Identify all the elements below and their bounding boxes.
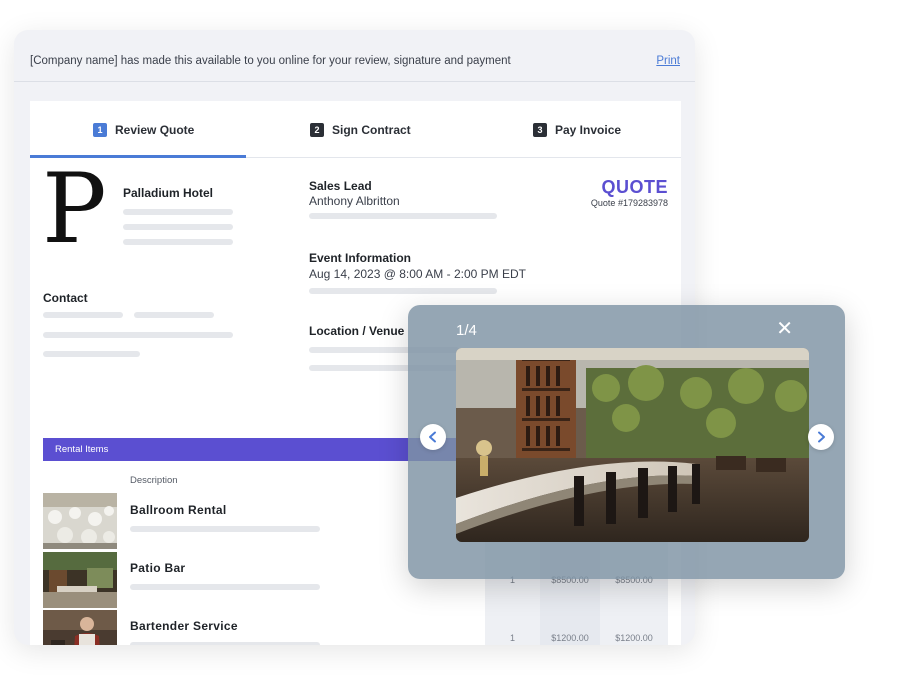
chevron-left-icon[interactable]	[420, 424, 446, 450]
step-number-badge: 3	[533, 123, 547, 137]
event-info-label: Event Information	[309, 251, 412, 265]
placeholder-line	[130, 584, 320, 590]
tab-sign-contract[interactable]: 2 Sign Contract	[310, 121, 411, 139]
sales-lead-label: Sales Lead	[309, 179, 372, 193]
print-link[interactable]: Print	[656, 55, 680, 67]
availability-message: [Company name] has made this available t…	[30, 55, 511, 67]
item-total: $1200.00	[615, 633, 653, 643]
image-counter: 1/4	[456, 322, 477, 339]
placeholder-line	[123, 224, 233, 230]
item-name: Bartender Service	[130, 619, 238, 633]
rental-items-label: Rental Items	[55, 444, 109, 455]
tab-review-quote[interactable]: 1 Review Quote	[93, 121, 194, 139]
patio-bar-photo	[456, 348, 809, 542]
step-number-badge: 2	[310, 123, 324, 137]
quote-title: QUOTE	[601, 177, 668, 197]
bartender-photo	[43, 610, 117, 645]
placeholder-line	[130, 642, 320, 645]
sales-lead-value: Anthony Albritton	[309, 194, 400, 208]
step-number-badge: 1	[93, 123, 107, 137]
placeholder-line	[309, 213, 497, 219]
placeholder-line	[43, 332, 233, 338]
step-tabs: 1 Review Quote 2 Sign Contract 3 Pay Inv…	[30, 101, 681, 158]
item-name: Patio Bar	[130, 561, 186, 575]
quote-number: Quote #179283978	[590, 198, 668, 208]
image-lightbox: 1/4 ✕	[408, 305, 845, 579]
tab-label: Pay Invoice	[555, 123, 622, 137]
contact-label: Contact	[43, 291, 88, 305]
placeholder-line	[43, 351, 140, 357]
event-info-value: Aug 14, 2023 @ 8:00 AM - 2:00 PM EDT	[309, 267, 526, 281]
placeholder-line	[123, 239, 233, 245]
description-header: Description	[130, 475, 178, 486]
tab-label: Sign Contract	[332, 123, 411, 137]
tab-pay-invoice[interactable]: 3 Pay Invoice	[533, 121, 621, 139]
placeholder-line	[123, 209, 233, 215]
portal-topbar: [Company name] has made this available t…	[14, 30, 695, 82]
item-qty: 1	[509, 633, 515, 643]
item-price: $1200.00	[551, 633, 589, 643]
company-logo: P	[42, 153, 107, 265]
ballroom-photo	[43, 493, 117, 549]
tab-label: Review Quote	[115, 123, 195, 137]
placeholder-line	[43, 312, 123, 318]
close-icon[interactable]: ✕	[776, 319, 793, 339]
placeholder-line	[130, 526, 320, 532]
placeholder-line	[309, 288, 497, 294]
company-name: Palladium Hotel	[123, 186, 214, 200]
item-name: Ballroom Rental	[130, 503, 227, 517]
patio-bar-photo	[43, 552, 117, 608]
location-label: Location / Venue	[309, 324, 405, 338]
placeholder-line	[134, 312, 214, 318]
chevron-right-icon[interactable]	[808, 424, 834, 450]
